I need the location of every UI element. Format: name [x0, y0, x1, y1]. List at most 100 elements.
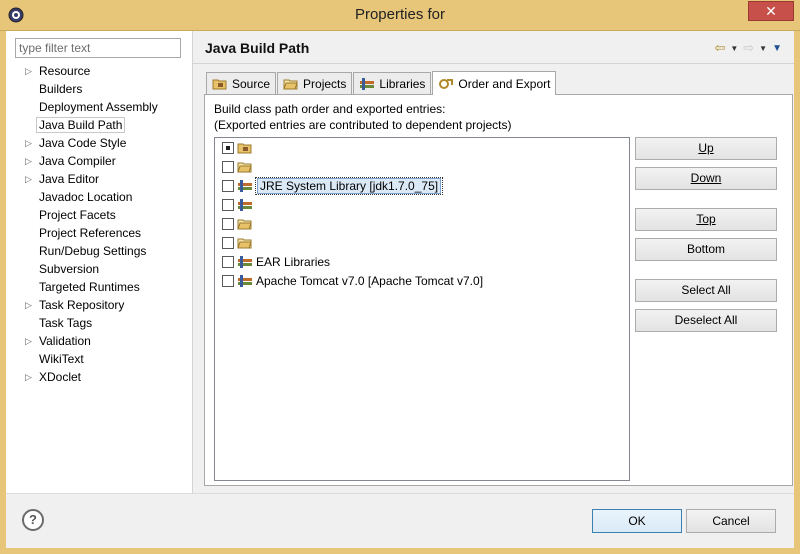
entry-label: Apache Tomcat v7.0 [Apache Tomcat v7.0] — [256, 273, 484, 288]
down-button[interactable]: Down — [635, 167, 777, 190]
tree-item-deployment-assembly[interactable]: Deployment Assembly — [6, 98, 192, 116]
tab-projects[interactable]: Projects — [277, 72, 353, 94]
export-checkbox[interactable] — [222, 255, 234, 268]
tree-item-java-editor[interactable]: ▷ Java Editor — [6, 170, 192, 188]
tab-order-and-export-label: Order and Export — [458, 76, 551, 91]
cancel-button[interactable]: Cancel — [686, 509, 776, 533]
tree-item-task-repository[interactable]: ▷ Task Repository — [6, 296, 192, 314]
export-checkbox[interactable] — [222, 236, 234, 249]
entry-label: JRE System Library [jdk1.7.0_75] — [257, 177, 442, 194]
tree-item-run-debug-settings[interactable]: Run/Debug Settings — [6, 242, 192, 260]
tree-item-label: Validation — [39, 334, 91, 348]
tree-item-validation[interactable]: ▷ Validation — [6, 332, 192, 350]
tree-item-targeted-runtimes[interactable]: Targeted Runtimes — [6, 278, 192, 296]
description-line-1: Build class path order and exported entr… — [214, 102, 446, 116]
library-icon — [238, 179, 252, 192]
classpath-entry[interactable] — [215, 214, 629, 233]
tab-libraries[interactable]: Libraries — [353, 72, 432, 94]
tab-projects-label: Projects — [303, 76, 347, 91]
tree-item-label: Targeted Runtimes — [39, 280, 140, 294]
entry-label-wrap: Apache Tomcat v7.0 [Apache Tomcat v7.0] — [256, 274, 483, 288]
folder-icon — [237, 162, 252, 172]
tree-item-wikitext[interactable]: WikiText — [6, 350, 192, 368]
tree-item-project-references[interactable]: Project References — [6, 224, 192, 242]
source-folder-icon — [212, 79, 227, 89]
tree-item-resource[interactable]: ▷ Resource — [6, 62, 192, 80]
classpath-entry[interactable]: EAR Libraries — [215, 252, 629, 271]
tree-item-java-code-style[interactable]: ▷ Java Code Style — [6, 134, 192, 152]
help-icon[interactable]: ? — [22, 509, 44, 531]
classpath-entry-list[interactable]: JRE System Library [jdk1.7.0_75] EAR Libr… — [214, 137, 630, 481]
tree-item-project-facets[interactable]: Project Facets — [6, 206, 192, 224]
property-page-tree-panel: ▷ Resource Builders Deployment Assembly Java… — [6, 31, 192, 493]
classpath-entry[interactable] — [215, 195, 629, 214]
tab-libraries-label: Libraries — [379, 76, 426, 91]
page-navigation: ⇦ ▼ ⇨ ▼ ▼ — [714, 40, 782, 56]
tree-item-java-compiler[interactable]: ▷ Java Compiler — [6, 152, 192, 170]
back-arrow-icon[interactable]: ⇦ — [714, 40, 725, 56]
close-window-button[interactable]: ✕ — [748, 1, 794, 21]
export-checkbox[interactable] — [222, 160, 234, 173]
classpath-entry[interactable] — [215, 157, 629, 176]
tree-item-label: Java Compiler — [39, 154, 116, 168]
property-page-panel: Java Build Path ⇦ ▼ ⇨ ▼ ▼ Source Project… — [193, 31, 794, 493]
view-menu-icon[interactable]: ▼ — [772, 43, 782, 54]
tab-order-and-export[interactable]: Order and Export — [432, 71, 557, 95]
up-button[interactable]: Up — [635, 137, 777, 160]
property-page-tree: ▷ Resource Builders Deployment Assembly Java… — [6, 62, 192, 386]
library-icon — [238, 198, 252, 211]
select-all-button[interactable]: Select All — [635, 279, 777, 302]
expand-arrow-icon[interactable]: ▷ — [25, 170, 35, 188]
source-folder-icon — [237, 143, 252, 153]
tree-item-subversion[interactable]: Subversion — [6, 260, 192, 278]
window-frame-bottom — [0, 548, 800, 554]
entry-label: EAR Libraries — [256, 254, 331, 269]
ok-button[interactable]: OK — [592, 509, 682, 533]
expand-arrow-icon[interactable]: ▷ — [25, 152, 35, 170]
top-button[interactable]: Top — [635, 208, 777, 231]
select-all-button-label: Select All — [681, 283, 731, 297]
classpath-entry[interactable] — [215, 233, 629, 252]
export-checkbox[interactable] — [222, 141, 234, 154]
tree-item-xdoclet[interactable]: ▷ XDoclet — [6, 368, 192, 386]
page-header: Java Build Path ⇦ ▼ ⇨ ▼ ▼ — [193, 31, 794, 64]
bottom-button-label: Bottom — [686, 242, 725, 256]
window-title: Properties for — [354, 6, 446, 23]
page-title: Java Build Path — [205, 40, 310, 56]
entry-label-wrap: JRE System Library [jdk1.7.0_75] — [254, 176, 444, 195]
forward-arrow-icon[interactable]: ⇨ — [743, 40, 754, 56]
classpath-entry[interactable]: Apache Tomcat v7.0 [Apache Tomcat v7.0] — [215, 271, 629, 290]
expand-arrow-icon[interactable]: ▷ — [25, 368, 35, 386]
forward-dropdown-icon[interactable]: ▼ — [759, 44, 767, 53]
export-checkbox[interactable] — [222, 198, 234, 211]
tree-item-label: Javadoc Location — [39, 190, 133, 204]
build-path-tabs: Source Projects Libraries Order and Expo… — [206, 71, 557, 95]
tree-item-label: Java Editor — [39, 172, 100, 186]
export-checkbox[interactable] — [222, 217, 234, 230]
tab-source-label: Source — [232, 76, 271, 91]
export-checkbox[interactable] — [222, 274, 234, 287]
expand-arrow-icon[interactable]: ▷ — [25, 296, 35, 314]
tree-item-builders[interactable]: Builders — [6, 80, 192, 98]
back-dropdown-icon[interactable]: ▼ — [730, 44, 738, 53]
down-button-label: Down — [690, 171, 722, 185]
tree-item-javadoc-location[interactable]: Javadoc Location — [6, 188, 192, 206]
classpath-entry[interactable] — [215, 138, 629, 157]
order-description: Build class path order and exported entr… — [214, 101, 512, 133]
tree-item-java-build-path[interactable]: Java Build Path — [6, 116, 192, 134]
expand-arrow-icon[interactable]: ▷ — [25, 134, 35, 152]
tree-item-task-tags[interactable]: Task Tags — [6, 314, 192, 332]
filter-input[interactable] — [15, 38, 181, 58]
top-button-label: Top — [696, 212, 716, 226]
expand-arrow-icon[interactable]: ▷ — [25, 62, 35, 80]
deselect-all-button[interactable]: Deselect All — [635, 309, 777, 332]
library-icon — [238, 255, 252, 268]
export-checkbox[interactable] — [222, 179, 234, 192]
expand-arrow-icon[interactable]: ▷ — [25, 332, 35, 350]
bottom-button[interactable]: Bottom — [635, 238, 777, 261]
order-buttons: Up Down Top Bottom Select All Deselect A… — [635, 137, 778, 332]
tab-source[interactable]: Source — [206, 72, 277, 94]
deselect-all-button-label: Deselect All — [674, 313, 738, 327]
classpath-entry[interactable]: JRE System Library [jdk1.7.0_75] — [215, 176, 629, 195]
projects-icon — [283, 79, 298, 89]
